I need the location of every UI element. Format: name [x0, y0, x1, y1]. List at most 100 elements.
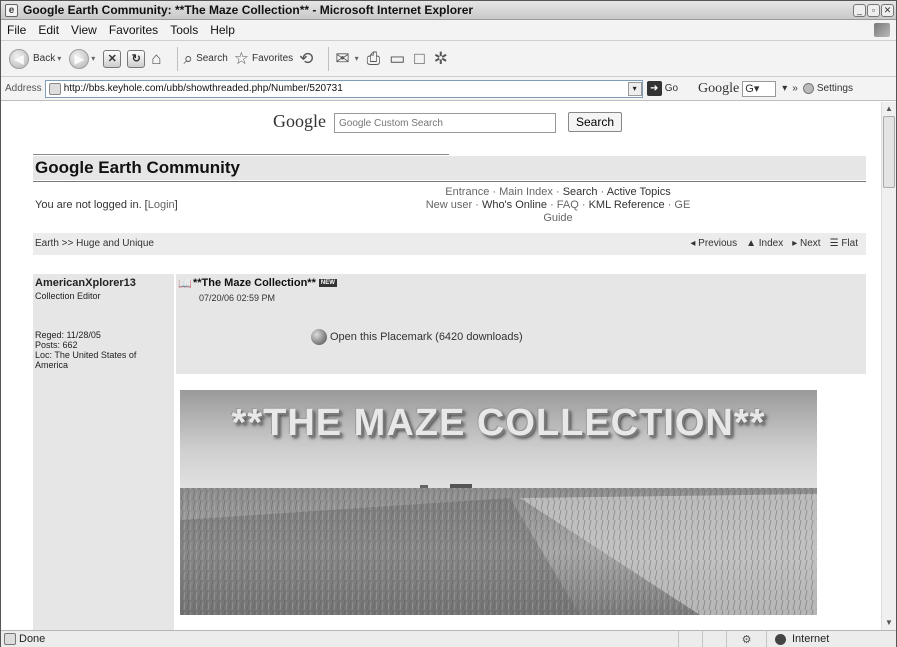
settings-icon	[802, 83, 814, 94]
globe-icon	[775, 633, 786, 645]
menu-tools[interactable]: Tools	[170, 23, 198, 37]
nav-search[interactable]: Search	[563, 186, 598, 198]
toolbar-divider	[328, 46, 330, 71]
forum-nav: Entrance · Main Index · Search · Active …	[425, 186, 691, 224]
nav-faq[interactable]: FAQ	[557, 199, 579, 211]
previous-button[interactable]: ◂ Previous	[690, 233, 737, 255]
minimize-button[interactable]: _	[853, 3, 866, 17]
topic-icon: 📖	[178, 278, 192, 290]
back-button[interactable]: ◀ Back ▾	[9, 48, 63, 69]
scroll-down-icon[interactable]: ▼	[882, 616, 896, 630]
messenger-icon: ✲	[433, 48, 448, 68]
menu-edit[interactable]: Edit	[38, 23, 59, 37]
discuss-icon: □	[414, 48, 425, 68]
address-url: http://bbs.keyhole.com/ubb/showthreaded.…	[63, 83, 343, 94]
toolbar-divider	[176, 46, 178, 71]
mail-icon: ✉	[335, 48, 350, 68]
menu-favorites[interactable]: Favorites	[109, 23, 158, 37]
address-bar: Address http://bbs.keyhole.com/ubb/showt…	[1, 77, 896, 101]
placemark-label: Open this Placemark (6420 downloads)	[330, 331, 523, 343]
page-favicon-icon	[48, 82, 61, 95]
menu-help[interactable]: Help	[210, 23, 235, 37]
favorites-button[interactable]: ☆ Favorites	[234, 49, 293, 69]
forward-button[interactable]: ▶ ▾	[69, 48, 97, 69]
menu-view[interactable]: View	[71, 23, 97, 37]
google-toolbar-input-text: G	[745, 82, 754, 95]
scroll-thumb[interactable]	[883, 116, 895, 188]
login-status: You are not logged in. [Login]	[35, 199, 178, 211]
refresh-icon: ↻	[127, 49, 146, 68]
messenger-button[interactable]: ✲	[434, 49, 451, 69]
nav-main-index[interactable]: Main Index	[499, 186, 553, 198]
print-button[interactable]: ⎙	[367, 49, 384, 69]
login-link[interactable]: Login	[148, 199, 175, 211]
address-label: Address	[5, 83, 42, 94]
vertical-scrollbar[interactable]: ▲ ▼	[881, 102, 896, 630]
status-pane	[702, 631, 726, 647]
settings-button[interactable]: Settings	[817, 83, 853, 94]
page-content: Google Search Google Earth Community You…	[1, 102, 881, 630]
scroll-up-icon[interactable]: ▲	[882, 102, 896, 116]
google-logo: Google	[273, 111, 326, 131]
chevron-down-icon: ▾	[91, 54, 96, 63]
address-dropdown-icon[interactable]: ▾	[627, 81, 642, 96]
google-toolbar-input[interactable]: G▾	[742, 80, 777, 97]
login-prefix: You are not logged in. [	[35, 199, 148, 211]
edit-button[interactable]: ▭	[389, 49, 408, 69]
page-status-icon	[4, 633, 16, 645]
history-icon: ⟲	[299, 48, 314, 68]
address-input[interactable]: http://bbs.keyhole.com/ubb/showthreaded.…	[44, 79, 643, 98]
mail-button[interactable]: ✉ ▾	[335, 49, 360, 69]
google-toolbar-dropdown[interactable]: ▾	[782, 83, 787, 94]
home-button[interactable]: ⌂	[151, 49, 164, 69]
refresh-button[interactable]: ↻	[127, 49, 146, 68]
username[interactable]: AmericanXplorer13	[35, 277, 136, 289]
custom-search-input[interactable]	[334, 113, 556, 133]
user-meta: Reged: 11/28/05 Posts: 662 Loc: The Unit…	[35, 330, 160, 370]
go-button[interactable]: ➜ Go	[646, 81, 679, 96]
nav-entrance[interactable]: Entrance	[445, 186, 489, 198]
status-bar: Done ⚙ Internet	[1, 630, 896, 647]
search-button[interactable]: ⌕ Search	[184, 49, 228, 69]
new-badge: NEW	[318, 279, 337, 288]
flat-button[interactable]: ☰ Flat	[830, 233, 858, 255]
go-arrow-icon: ➜	[646, 81, 662, 96]
browser-window: e Google Earth Community: **The Maze Col…	[0, 0, 897, 647]
google-toolbar-logo: Google	[698, 80, 740, 96]
print-icon: ⎙	[366, 48, 381, 68]
go-label: Go	[664, 83, 679, 94]
close-button[interactable]: ✕	[881, 3, 894, 17]
nav-whos-online[interactable]: Who's Online	[482, 199, 547, 211]
index-button[interactable]: ▲ Index	[746, 233, 783, 255]
divider	[33, 154, 449, 155]
nav-active-topics[interactable]: Active Topics	[607, 186, 671, 198]
ie-icon: e	[5, 3, 18, 17]
search-submit-button[interactable]: Search	[568, 111, 623, 132]
forward-arrow-icon: ▶	[69, 48, 90, 69]
post-date: 07/20/06 02:59 PM	[199, 293, 276, 303]
history-button[interactable]: ⟲	[299, 49, 316, 69]
breadcrumb-text[interactable]: Earth >> Huge and Unique	[35, 238, 154, 249]
breadcrumb: Earth >> Huge and Unique ◂ Previous ▲ In…	[33, 233, 866, 255]
windows-logo-icon	[874, 23, 890, 37]
stop-button[interactable]: ✕	[103, 49, 122, 68]
post-title: **The Maze Collection** NEW	[193, 277, 337, 289]
status-text: Done	[19, 633, 46, 645]
user-location: Loc: The United States of America	[35, 350, 137, 370]
maximize-button[interactable]: ▫	[867, 3, 880, 17]
menu-file[interactable]: File	[7, 23, 26, 37]
open-placemark-link[interactable]: Open this Placemark (6420 downloads)	[311, 329, 523, 345]
discuss-button[interactable]: □	[414, 49, 427, 69]
toolbar: ◀ Back ▾ ▶ ▾ ✕ ↻ ⌂ ⌕ Search ☆ Favorites …	[1, 41, 896, 77]
chevron-down-icon: ▾	[57, 54, 62, 63]
stop-icon: ✕	[103, 49, 122, 68]
title-bar: e Google Earth Community: **The Maze Col…	[1, 1, 896, 20]
nav-new-user[interactable]: New user	[426, 199, 472, 211]
next-button[interactable]: ▸ Next	[792, 233, 820, 255]
google-custom-search: Google Search	[273, 110, 623, 133]
edit-icon: ▭	[389, 48, 406, 68]
nav-kml-reference[interactable]: KML Reference	[589, 199, 665, 211]
maze-collection-image: **THE MAZE COLLECTION**	[180, 390, 817, 615]
home-icon: ⌂	[151, 48, 162, 68]
more-chevron[interactable]: »	[792, 83, 798, 94]
